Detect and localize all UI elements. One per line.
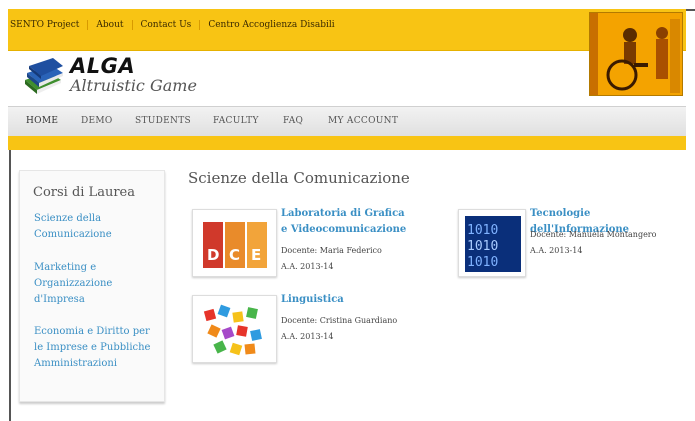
- nav-home[interactable]: HOME: [26, 116, 58, 126]
- sidebar-item-marketing[interactable]: Marketing e Organizzazione d'Impresa: [34, 260, 154, 308]
- course-title-grafica[interactable]: Laboratoria di Grafica e Videocomunicazi…: [281, 206, 411, 238]
- books-logo-icon[interactable]: [23, 58, 65, 98]
- sidebar-item-economia[interactable]: Economia e Diritto per le Imprese e Pubb…: [34, 324, 154, 372]
- sidebar-item-scienze[interactable]: Scienze della Comunicazione: [34, 211, 154, 243]
- nav-faq[interactable]: FAQ: [283, 116, 303, 126]
- course-thumbnail-grafica[interactable]: D C E: [192, 209, 277, 277]
- thumb-digits: 1010: [467, 223, 498, 238]
- page-title: Scienze della Comunicazione: [188, 169, 410, 187]
- course-year-linguistica: A.A. 2013-14: [281, 332, 334, 341]
- header-logo-area: ALGA Altruistic Game: [8, 51, 686, 106]
- main-nav: HOME DEMO STUDENTS FACULTY FAQ MY ACCOUN…: [8, 106, 686, 136]
- course-thumbnail-tecnologie[interactable]: 1010 1010 1010: [458, 209, 526, 277]
- sidebar-heading: Corsi di Laurea: [33, 185, 135, 200]
- course-teacher-grafica: Docente: Maria Federico: [281, 246, 382, 255]
- sidebar: Corsi di Laurea Scienze della Comunicazi…: [19, 170, 165, 402]
- top-nav: SENTO Project About Contact Us Centro Ac…: [10, 20, 343, 30]
- thumb-digits: 1010: [467, 239, 498, 254]
- logo-title[interactable]: ALGA: [70, 54, 135, 78]
- course-year-grafica: A.A. 2013-14: [281, 262, 334, 271]
- topnav-contact-link[interactable]: Contact Us: [133, 20, 200, 30]
- nav-faculty[interactable]: FACULTY: [213, 116, 259, 126]
- course-year-tecnologie: A.A. 2013-14: [530, 246, 583, 255]
- thumb-letter: C: [229, 246, 240, 264]
- topnav-about-link[interactable]: About: [88, 20, 131, 30]
- topnav-sento-link[interactable]: SENTO Project: [10, 20, 87, 30]
- nav-my-account[interactable]: MY ACCOUNT: [328, 116, 398, 126]
- decorative-band: [8, 136, 686, 150]
- thumb-digits: 1010: [467, 255, 498, 270]
- thumb-letter: D: [207, 246, 219, 264]
- course-thumbnail-linguistica[interactable]: [192, 295, 277, 363]
- course-teacher-linguistica: Docente: Cristina Guardiano: [281, 316, 398, 325]
- logo-subtitle: Altruistic Game: [70, 76, 197, 95]
- topnav-centro-link[interactable]: Centro Accoglienza Disabili: [200, 20, 342, 30]
- course-title-linguistica[interactable]: Linguistica: [281, 292, 411, 308]
- nav-students[interactable]: STUDENTS: [135, 116, 191, 126]
- header-illustration: [589, 12, 683, 96]
- course-teacher-tecnologie: Docente: Manuela Montangero: [530, 230, 657, 239]
- top-bar: SENTO Project About Contact Us Centro Ac…: [8, 9, 686, 51]
- thumb-letter: E: [251, 246, 261, 264]
- nav-demo[interactable]: DEMO: [81, 116, 113, 126]
